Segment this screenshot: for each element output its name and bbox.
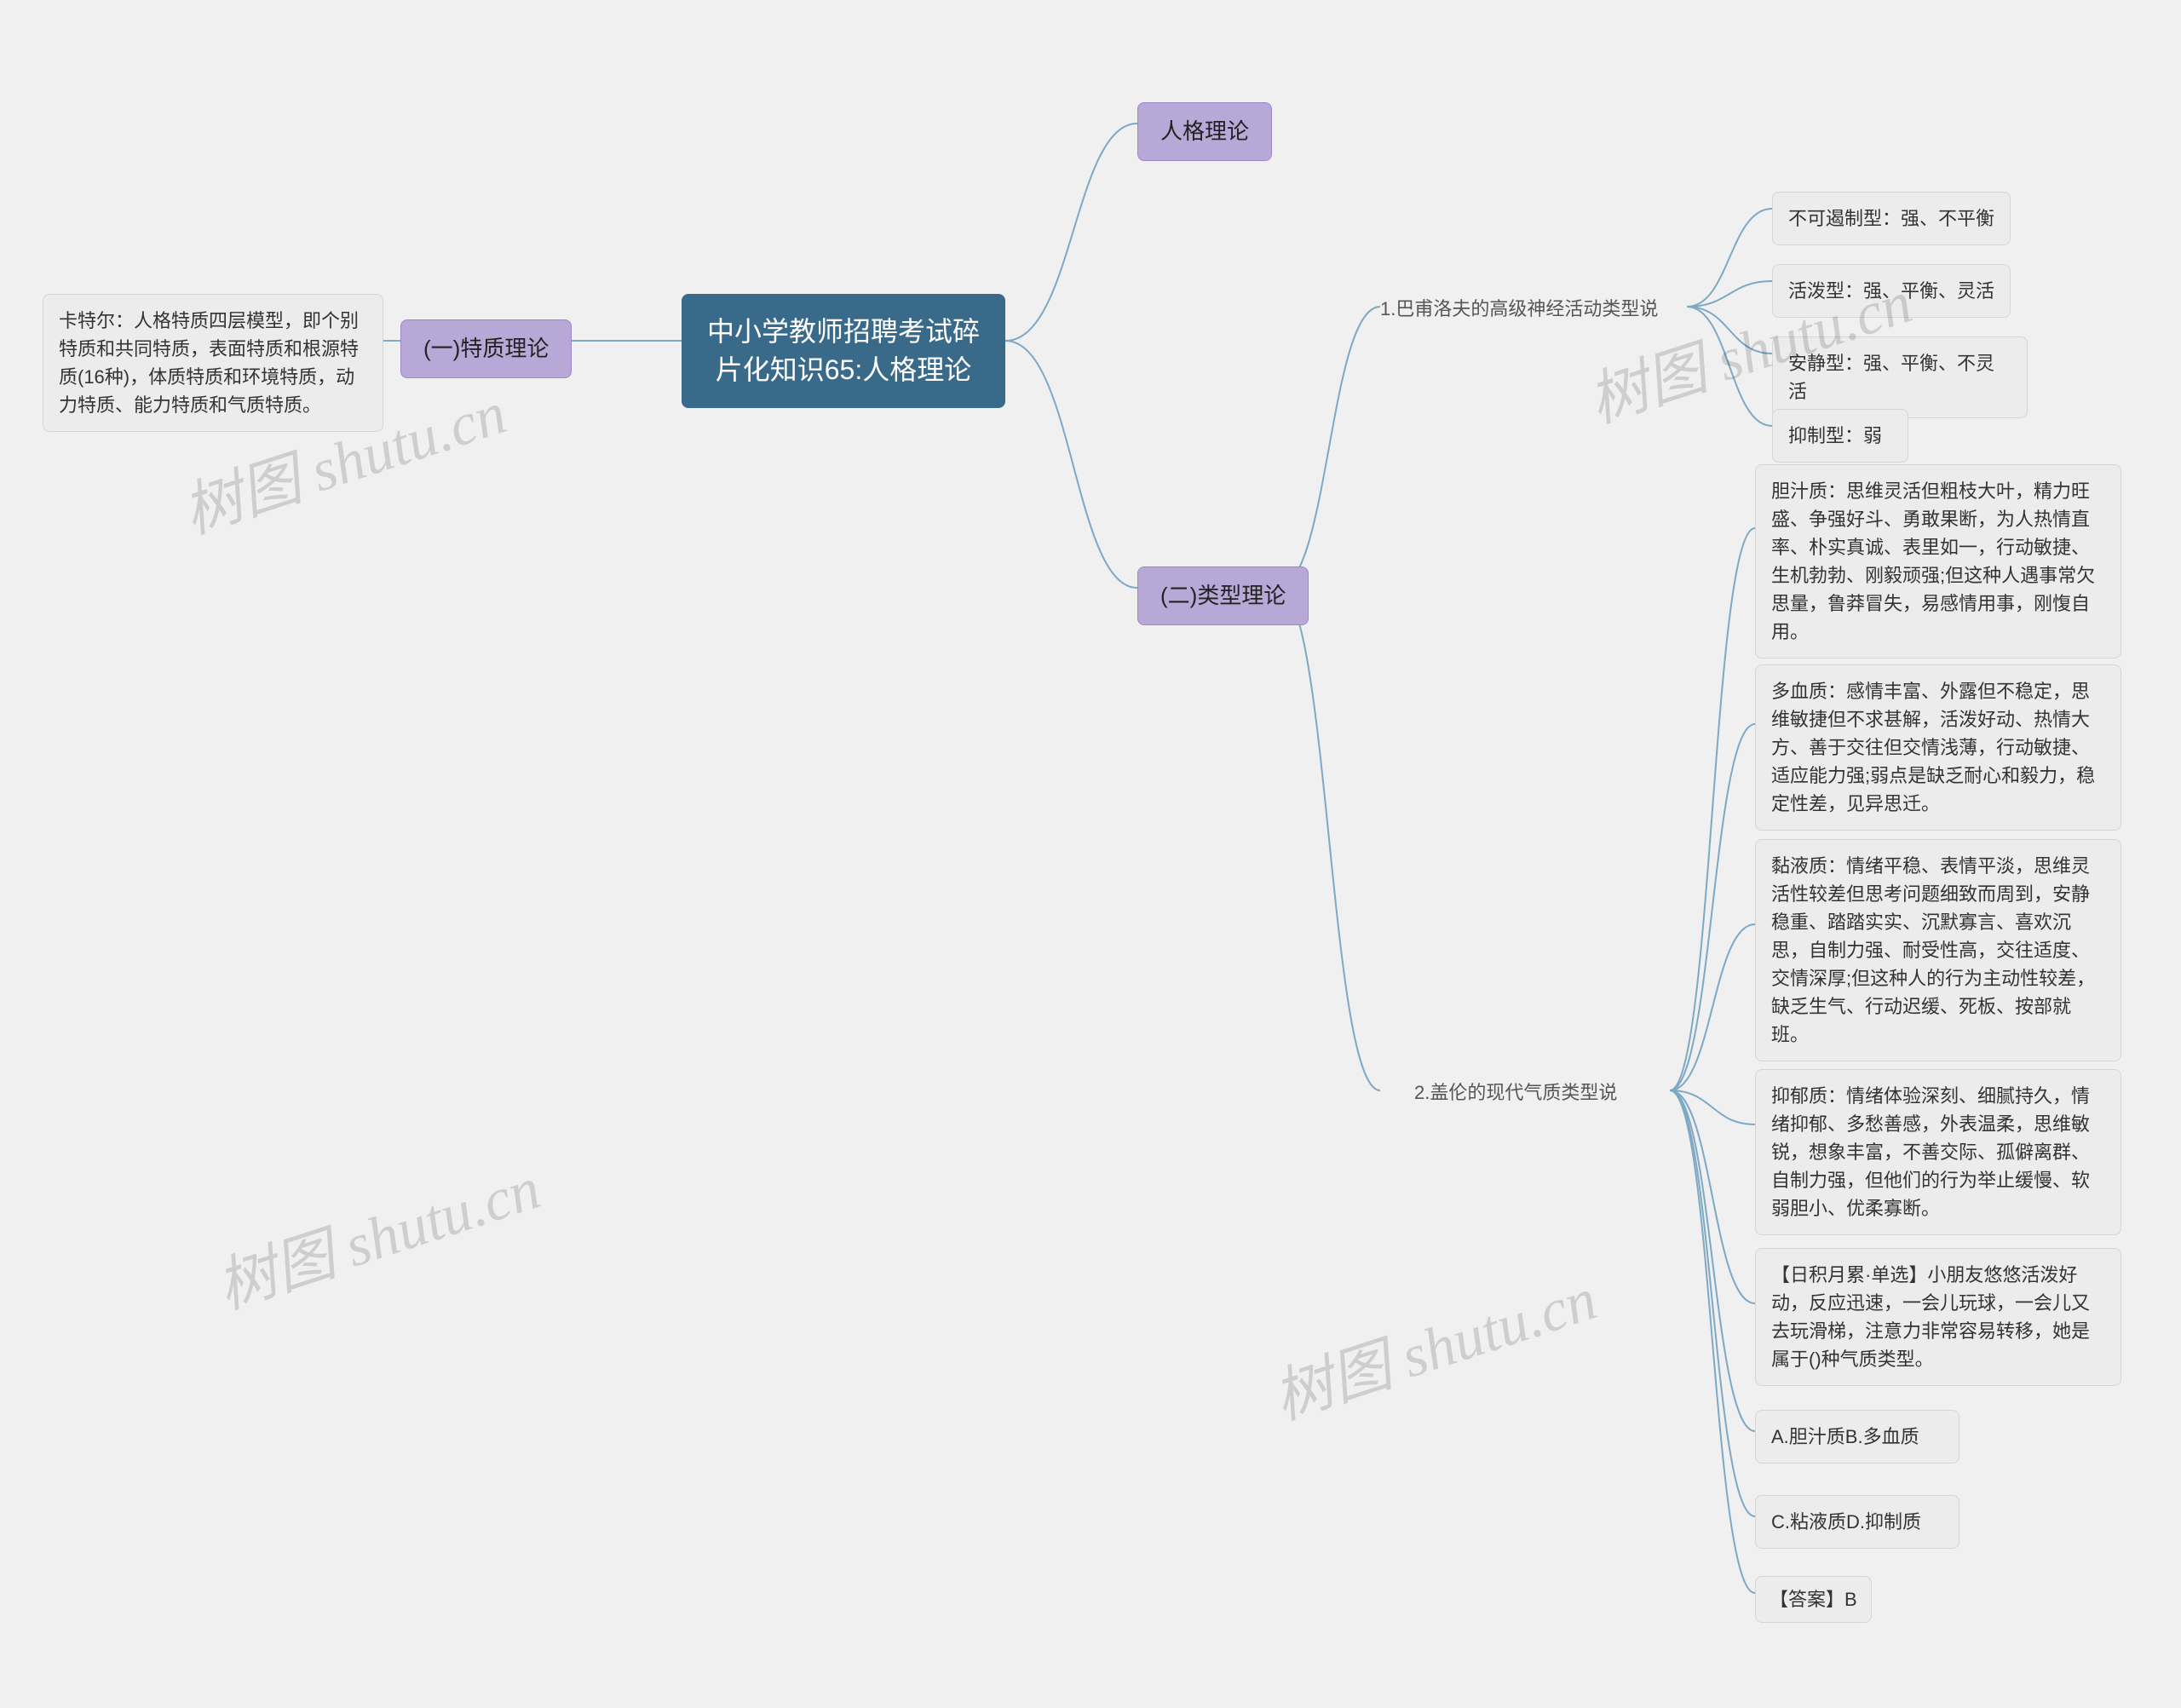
leaf-galen-sanguine[interactable]: 多血质：感情丰富、外露但不稳定，思维敏捷但不求甚解，活泼好动、热情大方、善于交往… <box>1755 664 2121 831</box>
branch-personality-theory[interactable]: 人格理论 <box>1137 102 1272 161</box>
leaf-cattell[interactable]: 卡特尔：人格特质四层模型，即个别特质和共同特质，表面特质和根源特质(16种)，体… <box>43 294 383 432</box>
watermark: 树图 shutu.cn <box>204 1141 550 1326</box>
leaf-option-cd[interactable]: C.粘液质D.抑制质 <box>1755 1495 1959 1549</box>
label-galen[interactable]: 2.盖伦的现代气质类型说 <box>1414 1078 1617 1105</box>
leaf-pavlov-2[interactable]: 活泼型：强、平衡、灵活 <box>1772 264 2011 318</box>
mindmap-canvas: 中小学教师招聘考试碎片化知识65:人格理论 (一)特质理论 卡特尔：人格特质四层… <box>0 0 2181 1708</box>
leaf-pavlov-3[interactable]: 安静型：强、平衡、不灵活 <box>1772 336 2028 418</box>
leaf-answer[interactable]: 【答案】B <box>1755 1576 1872 1623</box>
root-node[interactable]: 中小学教师招聘考试碎片化知识65:人格理论 <box>682 294 1005 408</box>
leaf-option-ab[interactable]: A.胆汁质B.多血质 <box>1755 1410 1959 1464</box>
leaf-pavlov-4[interactable]: 抑制型：弱 <box>1772 409 1908 463</box>
watermark: 树图 shutu.cn <box>1261 1251 1606 1436</box>
branch-type-theory[interactable]: (二)类型理论 <box>1137 566 1309 625</box>
label-pavlov[interactable]: 1.巴甫洛夫的高级神经活动类型说 <box>1380 294 1658 321</box>
leaf-galen-melancholic[interactable]: 抑郁质：情绪体验深刻、细腻持久，情绪抑郁、多愁善感，外表温柔，思维敏锐，想象丰富… <box>1755 1069 2121 1235</box>
leaf-pavlov-1[interactable]: 不可遏制型：强、不平衡 <box>1772 192 2011 245</box>
leaf-galen-phlegmatic[interactable]: 黏液质：情绪平稳、表情平淡，思维灵活性较差但思考问题细致而周到，安静稳重、踏踏实… <box>1755 839 2121 1061</box>
branch-trait-theory[interactable]: (一)特质理论 <box>400 319 572 378</box>
leaf-galen-choleric[interactable]: 胆汁质：思维灵活但粗枝大叶，精力旺盛、争强好斗、勇敢果断，为人热情直率、朴实真诚… <box>1755 464 2121 658</box>
leaf-question[interactable]: 【日积月累·单选】小朋友悠悠活泼好动，反应迅速，一会儿玩球，一会儿又去玩滑梯，注… <box>1755 1248 2121 1386</box>
